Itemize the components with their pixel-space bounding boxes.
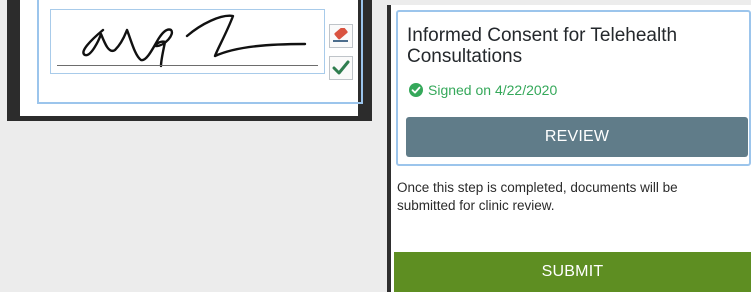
- consent-document-card[interactable]: Informed Consent for Telehealth Consulta…: [396, 10, 751, 166]
- checkmark-icon: [332, 60, 350, 75]
- signature-canvas[interactable]: [50, 9, 325, 74]
- check-circle-icon: [409, 83, 423, 97]
- signature-pad: [20, 0, 363, 116]
- accept-signature-button[interactable]: [329, 56, 353, 80]
- review-button[interactable]: REVIEW: [406, 117, 748, 157]
- consent-title: Informed Consent for Telehealth Consulta…: [407, 25, 678, 67]
- eraser-icon: [333, 28, 348, 42]
- submit-button[interactable]: SUBMIT: [394, 252, 751, 292]
- signature-baseline: [57, 65, 318, 66]
- instructions-text: Once this step is completed, documents w…: [397, 180, 678, 213]
- consent-panel: Informed Consent for Telehealth Consulta…: [387, 5, 751, 292]
- signed-text: Signed on 4/22/2020: [428, 82, 558, 98]
- signature-pad-frame: [7, 0, 372, 121]
- signature-stroke: [82, 14, 307, 68]
- clear-signature-button[interactable]: [329, 24, 353, 48]
- signed-status: Signed on 4/22/2020: [409, 82, 557, 98]
